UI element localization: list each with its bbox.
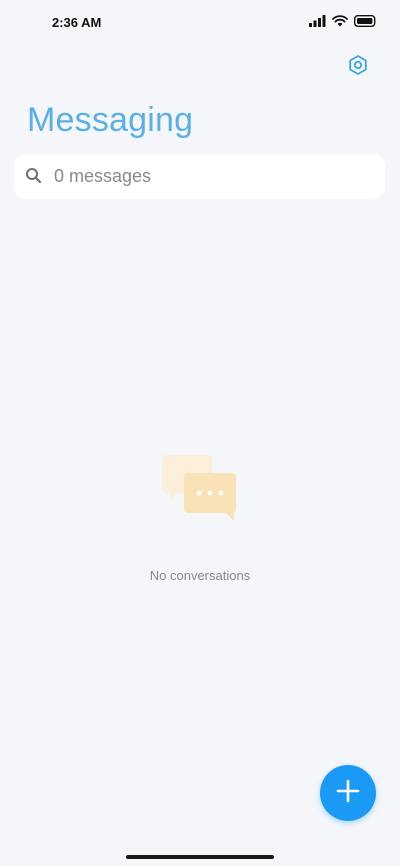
status-time: 2:36 AM xyxy=(52,15,102,30)
search-icon xyxy=(25,167,43,185)
plus-icon xyxy=(336,779,360,808)
signal-icon xyxy=(309,14,326,32)
new-conversation-button[interactable] xyxy=(320,765,376,821)
search-bar[interactable] xyxy=(14,154,385,199)
battery-icon xyxy=(353,14,376,32)
status-icons xyxy=(309,14,376,32)
wifi-icon xyxy=(332,14,348,32)
chat-bubbles-icon xyxy=(162,455,238,521)
status-bar: 2:36 AM xyxy=(0,0,400,44)
search-input[interactable] xyxy=(54,154,374,199)
page-title: Messaging xyxy=(27,101,194,139)
home-indicator[interactable] xyxy=(126,855,274,859)
empty-state-text: No conversations xyxy=(149,568,251,583)
settings-button[interactable] xyxy=(344,53,372,81)
settings-hexagon-icon xyxy=(347,54,369,81)
